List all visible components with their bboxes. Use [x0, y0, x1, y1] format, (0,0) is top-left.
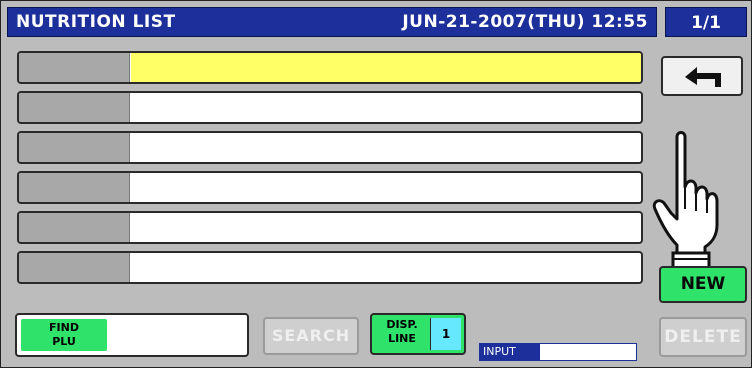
- find-plu-label: FIND PLU: [21, 319, 107, 351]
- row-code-cell: [19, 93, 130, 122]
- row-code-cell: [19, 253, 130, 282]
- page-indicator: 1/1: [665, 7, 747, 37]
- row-name-cell: [131, 173, 641, 202]
- nutrition-list-screen: NUTRITION LIST JUN-21-2007(THU) 12:55 1/…: [0, 0, 752, 368]
- disp-line-value: 1: [430, 318, 461, 350]
- row-name-cell: [131, 53, 641, 82]
- row-code-cell: [19, 173, 130, 202]
- input-label: INPUT: [480, 344, 540, 360]
- row-name-cell: [131, 213, 641, 242]
- list-row[interactable]: [17, 131, 643, 164]
- row-code-cell: [19, 213, 130, 242]
- search-button[interactable]: SEARCH: [263, 317, 359, 355]
- list-row[interactable]: [17, 91, 643, 124]
- title-bar: NUTRITION LIST JUN-21-2007(THU) 12:55: [7, 7, 657, 37]
- list-row[interactable]: [17, 251, 643, 284]
- row-code-cell: [19, 53, 130, 82]
- find-plu-field[interactable]: FIND PLU: [15, 313, 249, 357]
- return-arrow-icon: [685, 67, 721, 87]
- disp-line-control[interactable]: DISP. LINE 1: [370, 313, 466, 355]
- list-row[interactable]: [17, 171, 643, 204]
- disp-line-label: DISP. LINE: [386, 318, 418, 345]
- list-row[interactable]: [17, 211, 643, 244]
- hand-pointer-icon: [652, 131, 719, 271]
- page-title: NUTRITION LIST: [16, 12, 176, 32]
- list-row[interactable]: [17, 51, 643, 84]
- row-name-cell: [131, 133, 641, 162]
- date-time: JUN-21-2007(THU) 12:55: [402, 12, 648, 32]
- row-name-cell: [131, 253, 641, 282]
- row-name-cell: [131, 93, 641, 122]
- delete-button[interactable]: DELETE: [659, 317, 747, 357]
- input-indicator: INPUT: [479, 343, 637, 361]
- back-button[interactable]: [661, 56, 743, 96]
- row-code-cell: [19, 133, 130, 162]
- new-button[interactable]: NEW: [659, 266, 747, 303]
